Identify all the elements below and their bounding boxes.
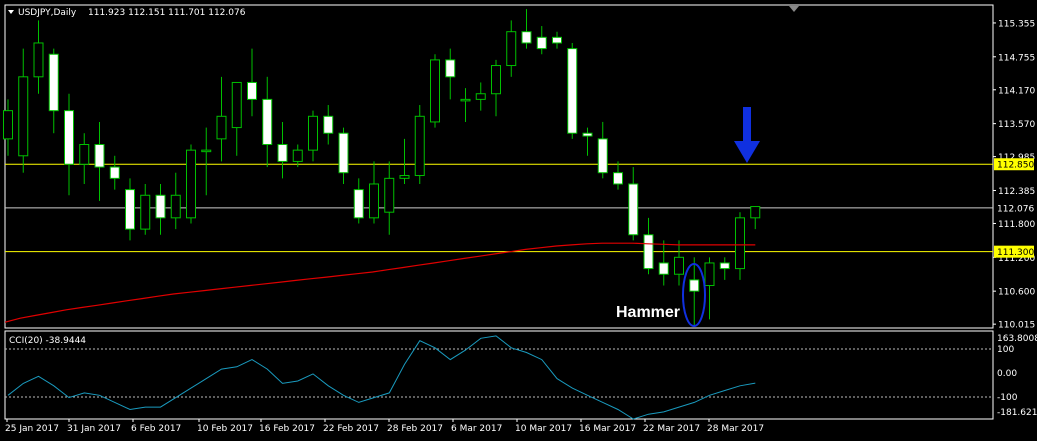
hammer-annotation: Hammer [616, 304, 680, 321]
candle-body-8 [125, 189, 135, 230]
candle-body-24 [369, 183, 379, 219]
candle-body-21 [323, 115, 334, 134]
candle-body-30 [460, 98, 471, 102]
candle-body-38 [582, 132, 593, 137]
time-tick-label-1: 31 Jan 2017 [67, 424, 121, 434]
candle-body-37 [567, 48, 578, 134]
candle-body-11 [170, 194, 181, 219]
level-price-labels: 112.850 112.076 111.300 [994, 158, 1034, 258]
candle-body-10 [155, 194, 166, 219]
candle-body-5 [79, 144, 90, 165]
time-tick-label-2: 6 Feb 2017 [131, 424, 181, 434]
candle-body-2 [33, 42, 44, 78]
candle-body-36 [552, 36, 562, 44]
candle-body-3 [48, 53, 59, 112]
candle-body-46 [704, 262, 715, 287]
candle-body-49 [750, 206, 761, 219]
candle-body-20 [308, 115, 318, 151]
candle-body-43 [658, 262, 669, 275]
candle-body-31 [475, 93, 486, 100]
candle-body-45 [689, 279, 700, 292]
candle-body-19 [292, 149, 303, 162]
candle-body-25 [384, 177, 395, 213]
price-tick-label-9: 110.015 [998, 321, 1035, 331]
candle-body-7 [109, 166, 120, 179]
candle-body-34 [521, 31, 532, 44]
price-tick-label-1: 114.755 [998, 53, 1035, 63]
candle-body-18 [277, 144, 288, 162]
cci-panel-frame [4, 330, 994, 420]
price-tick-label-0: 115.355 [998, 19, 1035, 29]
time-tick-label-10: 22 Mar 2017 [643, 424, 700, 434]
level-label-1: 112.076 [997, 204, 1034, 214]
candle-body-26 [399, 175, 410, 179]
candle-body-40 [613, 172, 623, 185]
time-tick-label-0: 25 Jan 2017 [5, 424, 59, 434]
candle-body-14 [216, 115, 227, 140]
candle-body-16 [247, 81, 257, 100]
candle-body-15 [231, 81, 242, 129]
candle-body-28 [430, 59, 440, 123]
candle-body-41 [628, 183, 639, 236]
candle-body-29 [445, 59, 456, 78]
candle-body-33 [506, 31, 517, 67]
cci-axis-label-bottom: -181.6218 [997, 408, 1037, 418]
candle-body-1 [18, 76, 29, 157]
candle-body-32 [491, 65, 501, 95]
cci-axis-label-minus-100: -100 [997, 393, 1018, 403]
candle-body-42 [643, 234, 654, 270]
time-tick-label-8: 10 Mar 2017 [515, 424, 572, 434]
price-tick-label-2: 114.170 [998, 86, 1035, 96]
price-tick-label-3: 113.570 [998, 120, 1035, 130]
candle-body-0 [3, 110, 13, 140]
candle-body-39 [597, 138, 608, 174]
candle-body-27 [414, 115, 425, 177]
time-axis-labels: 25 Jan 2017 31 Jan 2017 6 Feb 2017 10 Feb 2… [5, 419, 764, 434]
price-axis-labels: 115.355114.755114.170113.570112.985112.3… [993, 19, 1035, 331]
candle-body-17 [262, 98, 273, 146]
candle-body-47 [719, 262, 730, 270]
time-tick-label-6: 28 Feb 2017 [387, 424, 443, 434]
cci-panel: CCI(20) -38.9444 163.8008 100 0.00 -100 … [4, 330, 1037, 420]
candle-body-6 [94, 144, 105, 168]
level-label-0: 112.850 [997, 161, 1034, 171]
time-tick-label-9: 16 Mar 2017 [579, 424, 636, 434]
candle-body-44 [674, 256, 684, 275]
cci-axis-label-0: 0.00 [997, 369, 1017, 379]
chart-root: 115.355114.755114.170113.570112.985112.3… [3, 4, 1037, 434]
chart-title-symbol: USDJPY,Daily [18, 8, 77, 18]
cci-axis-label-top: 163.8008 [997, 334, 1037, 344]
candle-body-13 [201, 149, 212, 153]
candle-body-48 [735, 217, 745, 270]
time-tick-label-5: 22 Feb 2017 [323, 424, 379, 434]
time-tick-label-11: 28 Mar 2017 [707, 424, 764, 434]
price-panel-frame [4, 4, 994, 329]
price-tick-label-8: 110.600 [998, 288, 1035, 298]
cci-label: CCI(20) -38.9444 [9, 336, 86, 346]
level-label-2: 111.300 [997, 248, 1034, 258]
candle-body-23 [353, 189, 364, 219]
time-tick-label-7: 6 Mar 2017 [451, 424, 502, 434]
candle-body-9 [140, 194, 151, 230]
candle-body-35 [536, 36, 547, 50]
cci-axis-label-100: 100 [997, 345, 1014, 355]
time-tick-label-3: 10 Feb 2017 [197, 424, 253, 434]
candle-body-22 [338, 132, 349, 174]
time-tick-label-4: 16 Feb 2017 [259, 424, 315, 434]
candle-body-4 [64, 110, 74, 165]
price-tick-label-6: 111.800 [998, 220, 1035, 230]
chart-title-ohlc: 111.923 112.151 111.701 112.076 [88, 8, 246, 18]
candle-body-12 [186, 149, 196, 219]
price-tick-label-5: 112.385 [998, 187, 1035, 197]
price-panel: 115.355114.755114.170113.570112.985112.3… [3, 4, 1035, 331]
